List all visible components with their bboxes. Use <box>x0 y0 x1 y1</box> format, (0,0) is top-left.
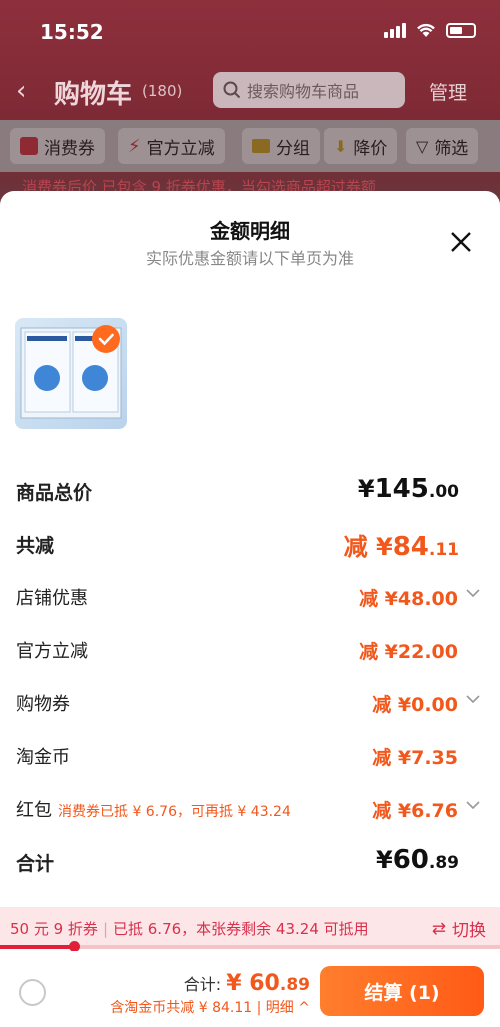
row-taojin-coin: 淘金币 减 ¥7.35 <box>16 743 484 773</box>
cart-search-input[interactable]: 搜索购物车商品 <box>213 72 405 108</box>
row-official-discount: 官方立减 减 ¥22.00 <box>16 637 484 667</box>
chevron-up-icon: ^ <box>293 1000 310 1016</box>
chevron-down-icon[interactable] <box>466 694 480 704</box>
row-total-price: 商品总价 ¥145.00 <box>16 474 484 508</box>
coupon-icon <box>20 137 38 155</box>
filter-chip-group[interactable]: 分组 <box>242 128 320 164</box>
shopping-coupon-value: 减 ¥0.00 <box>372 694 458 716</box>
row-label: 店铺优惠 <box>16 588 88 609</box>
footer-discount-detail[interactable]: 含淘金币共减 ¥ 84.11 | 明细 ^ <box>110 997 310 1017</box>
product-thumbnail[interactable] <box>15 318 127 429</box>
coupon-used-text: 已抵 6.76，本张券剩余 43.24 可抵用 <box>113 920 369 938</box>
status-bar: 15:52 <box>0 0 500 62</box>
footer-total: 合计: ¥ 60.89 <box>183 971 310 996</box>
filter-chip-filter[interactable]: ▽ 筛选 <box>406 128 479 164</box>
row-red-packet[interactable]: 红包 消费券已抵 ¥ 6.76，可再抵 ¥ 43.24 减 ¥6.76 <box>16 796 484 826</box>
wifi-icon <box>417 23 435 37</box>
chevron-down-icon[interactable] <box>466 800 480 810</box>
filter-chip-label: 降价 <box>353 138 388 159</box>
row-label: 淘金币 <box>16 747 70 768</box>
signal-icon <box>384 22 406 38</box>
selected-check-icon[interactable] <box>92 325 120 353</box>
lightning-icon: ⚡ <box>128 135 141 157</box>
amount-detail-sheet: 金额明细 实际优惠金额请以下单页为准 商品总价 ¥145.00 共减 减 ¥84… <box>0 191 500 1027</box>
row-label: 商品总价 <box>16 482 93 504</box>
sheet-subtitle: 实际优惠金额请以下单页为准 <box>145 249 354 268</box>
status-icons <box>384 22 476 38</box>
row-label: 合计 <box>16 853 55 875</box>
checkout-footer: 合计: ¥ 60.89 含淘金币共减 ¥ 84.11 | 明细 ^ 结算 (1) <box>0 951 500 1027</box>
coupon-progress-bar <box>0 941 500 952</box>
switch-label: 切换 <box>452 921 486 941</box>
filter-bar: 消费券 ⚡ 官方立减 分组 ⬇ 降价 ▽ 筛选 <box>0 120 500 172</box>
row-label: 共减 <box>16 535 55 557</box>
search-icon <box>223 81 241 99</box>
filter-chip-label: 分组 <box>276 138 310 159</box>
switch-coupon-button[interactable]: ⇄ 切换 <box>431 916 486 942</box>
select-all-radio[interactable] <box>19 979 46 1006</box>
back-icon[interactable]: ‹ <box>16 76 26 106</box>
filter-chip-price-drop[interactable]: ⬇ 降价 <box>324 128 398 164</box>
row-total-discount: 共减 减 ¥84.11 <box>16 531 484 562</box>
store-discount-value: 减 ¥48.00 <box>359 588 458 610</box>
row-shopping-coupon[interactable]: 购物券 减 ¥0.00 <box>16 690 484 720</box>
sheet-title: 金额明细 <box>210 219 290 243</box>
price-down-icon: ⬇ <box>334 136 348 156</box>
row-label: 购物券 <box>16 694 70 715</box>
chevron-down-icon[interactable] <box>466 588 480 598</box>
filter-chip-official-discount[interactable]: ⚡ 官方立减 <box>118 128 225 164</box>
checkout-button[interactable]: 结算 (1) <box>320 966 484 1016</box>
coupon-banner-text: 50 元 9 折券 | 已抵 6.76，本张券剩余 43.24 可抵用 <box>10 920 369 938</box>
filter-chip-label: 消费券 <box>44 138 95 159</box>
filter-chip-label: 官方立减 <box>146 138 215 159</box>
cart-title: 购物车 <box>54 80 133 110</box>
total-price-value: ¥145.00 <box>357 474 459 504</box>
taojin-coin-value: 减 ¥7.35 <box>372 747 458 769</box>
coupon-progress-fill <box>0 945 75 949</box>
manage-button[interactable]: 管理 <box>429 78 467 105</box>
total-discount-value: 减 ¥84.11 <box>343 532 459 562</box>
official-discount-value: 减 ¥22.00 <box>359 641 458 663</box>
red-packet-note: 消费券已抵 ¥ 6.76，可再抵 ¥ 43.24 <box>58 804 291 820</box>
row-subtotal: 合计 ¥60.89 <box>16 845 484 879</box>
row-label: 红包 消费券已抵 ¥ 6.76，可再抵 ¥ 43.24 <box>16 800 291 821</box>
cart-header: ‹ 购物车 (180) 搜索购物车商品 管理 <box>0 68 500 114</box>
folder-icon <box>252 139 270 153</box>
cart-count: (180) <box>142 82 183 100</box>
subtotal-value: ¥60.89 <box>375 845 459 875</box>
swap-icon: ⇄ <box>431 918 446 939</box>
red-packet-value: 减 ¥6.76 <box>372 800 458 822</box>
row-store-discount[interactable]: 店铺优惠 减 ¥48.00 <box>16 584 484 614</box>
filter-chip-label: 筛选 <box>434 138 469 159</box>
close-icon[interactable] <box>450 231 472 253</box>
status-time: 15:52 <box>40 20 104 44</box>
row-label: 官方立减 <box>16 641 88 662</box>
filter-chip-coupon[interactable]: 消费券 <box>10 128 105 164</box>
coupon-name: 50 元 9 折券 <box>10 920 98 938</box>
filter-icon: ▽ <box>416 136 429 156</box>
search-placeholder: 搜索购物车商品 <box>247 82 360 101</box>
battery-icon <box>446 22 476 38</box>
